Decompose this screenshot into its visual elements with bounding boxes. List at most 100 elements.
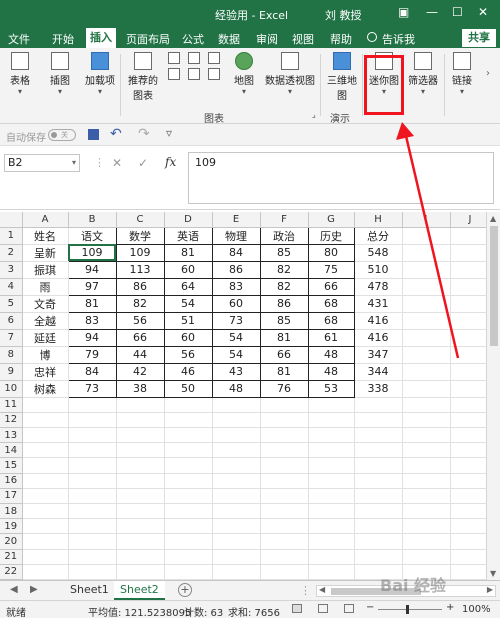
cell[interactable] [22, 488, 69, 505]
recommended-charts-button[interactable]: 推荐的 图表 [124, 48, 162, 102]
cell[interactable] [308, 412, 355, 429]
cell[interactable] [212, 473, 261, 489]
cell[interactable] [402, 278, 451, 296]
cell[interactable]: 81 [163, 243, 213, 262]
cell[interactable]: 66 [115, 328, 165, 347]
cell[interactable] [68, 533, 117, 550]
cell[interactable]: 82 [115, 294, 165, 313]
cell[interactable] [116, 518, 165, 535]
cell[interactable] [260, 488, 309, 505]
cell[interactable]: 81 [67, 294, 117, 313]
cell[interactable] [22, 564, 69, 580]
spreadsheet-grid[interactable]: A B C D E F G H I J 1 姓名 语文 数学 英语 物理 政治 历史 总分 2 呈新 109 109 81 84… [0, 212, 500, 580]
cell[interactable]: 数学 [115, 226, 165, 245]
table-button[interactable]: 表格 ▾ [4, 48, 36, 96]
cell[interactable] [308, 533, 355, 550]
cell[interactable] [308, 503, 355, 520]
enter-icon[interactable]: ✓ [138, 156, 148, 170]
share-button[interactable]: 共享 [462, 29, 496, 47]
cell[interactable] [22, 442, 69, 459]
cell[interactable]: 全越 [22, 312, 69, 330]
cell[interactable] [450, 457, 491, 474]
column-header[interactable]: H [354, 212, 403, 228]
cell[interactable]: 83 [67, 311, 117, 330]
cell[interactable] [22, 427, 69, 444]
cell[interactable]: 48 [307, 345, 355, 364]
cell[interactable] [260, 442, 309, 459]
tab-review[interactable]: 审阅 [256, 31, 278, 47]
page-break-view-icon[interactable] [344, 604, 354, 613]
cell[interactable]: 80 [307, 243, 355, 262]
cell[interactable]: 68 [307, 311, 355, 330]
cell[interactable] [402, 227, 451, 245]
cell[interactable] [402, 549, 451, 565]
cell[interactable] [450, 312, 491, 330]
row-header[interactable]: 17 [0, 488, 23, 505]
cell[interactable] [260, 518, 309, 535]
cell[interactable] [116, 549, 165, 565]
cell[interactable] [402, 363, 451, 381]
cell[interactable]: 510 [354, 261, 403, 279]
cell[interactable] [402, 397, 451, 413]
cell[interactable]: 姓名 [22, 227, 69, 245]
cell[interactable]: 75 [307, 260, 355, 279]
cell[interactable]: 53 [307, 379, 355, 398]
ribbon-scroll-icon[interactable]: › [486, 68, 490, 79]
cell[interactable]: 73 [67, 379, 117, 398]
cell[interactable] [450, 549, 491, 565]
cell[interactable] [402, 261, 451, 279]
cell[interactable]: 43 [211, 362, 261, 381]
name-box[interactable]: B2 ▾ [4, 154, 80, 172]
cell[interactable] [22, 412, 69, 429]
cell[interactable] [212, 503, 261, 520]
cell[interactable] [212, 412, 261, 429]
cell[interactable] [450, 533, 491, 550]
cell[interactable] [354, 488, 403, 505]
cell[interactable]: 语文 [67, 226, 117, 245]
status-sum[interactable]: 求和: 7656 [228, 604, 280, 618]
cell[interactable] [354, 518, 403, 535]
cell[interactable]: 48 [307, 362, 355, 381]
tab-insert[interactable]: 插入 [86, 28, 116, 48]
cell[interactable]: 60 [163, 260, 213, 279]
tab-help[interactable]: 帮助 [330, 31, 352, 47]
cell[interactable] [260, 397, 309, 413]
cell[interactable] [402, 503, 451, 520]
row-header[interactable]: 12 [0, 412, 23, 429]
cell[interactable] [354, 397, 403, 413]
link-button[interactable]: 链接 ▾ [448, 48, 476, 96]
cell[interactable] [402, 427, 451, 444]
cell[interactable]: 38 [115, 379, 165, 398]
scroll-up-icon[interactable]: ▲ [490, 214, 496, 223]
cell[interactable]: 英语 [163, 226, 213, 245]
column-chart-button[interactable] [166, 48, 182, 82]
row-header[interactable]: 13 [0, 427, 23, 444]
cell[interactable] [402, 329, 451, 347]
cell[interactable]: 51 [163, 311, 213, 330]
cell[interactable]: 历史 [307, 226, 355, 245]
row-header[interactable]: 15 [0, 457, 23, 474]
column-header[interactable]: J [450, 212, 491, 228]
cell[interactable]: 忠祥 [22, 363, 69, 381]
cell[interactable] [164, 533, 213, 550]
cell[interactable] [260, 457, 309, 474]
maximize-icon[interactable]: ☐ [452, 5, 463, 19]
drag-handle-icon[interactable]: ⋮ [94, 156, 105, 169]
cell[interactable]: 振琪 [22, 261, 69, 279]
cell[interactable] [68, 549, 117, 565]
formula-input[interactable]: 109 [188, 152, 494, 204]
cell[interactable] [164, 549, 213, 565]
cell[interactable] [402, 473, 451, 489]
cell[interactable] [450, 427, 491, 444]
page-layout-view-icon[interactable] [318, 604, 328, 613]
row-header[interactable]: 18 [0, 503, 23, 520]
cell[interactable] [68, 442, 117, 459]
cell[interactable] [354, 427, 403, 444]
3d-map-button[interactable]: 三维地 图 [324, 48, 360, 102]
chevron-down-icon[interactable]: ▾ [72, 155, 76, 171]
status-average[interactable]: 平均值: 121.5238095 [88, 604, 191, 618]
status-count[interactable]: 计数: 63 [184, 604, 223, 618]
cell[interactable] [402, 380, 451, 398]
cell[interactable]: 338 [354, 380, 403, 398]
cell[interactable] [450, 412, 491, 429]
